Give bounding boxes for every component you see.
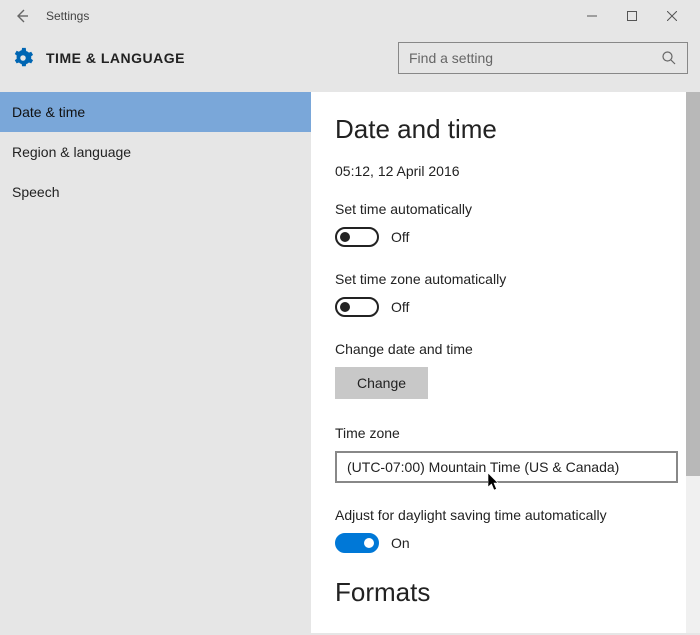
content-wrap: Date and time 05:12, 12 April 2016 Set t… bbox=[311, 92, 700, 633]
header-title: TIME & LANGUAGE bbox=[46, 50, 185, 66]
titlebar-left: Settings bbox=[10, 4, 89, 28]
page-title: Date and time bbox=[335, 114, 686, 145]
dst-row: On bbox=[335, 533, 686, 553]
body-row: Date & time Region & language Speech Dat… bbox=[0, 92, 700, 633]
timezone-dropdown[interactable]: (UTC-07:00) Mountain Time (US & Canada) bbox=[335, 451, 678, 483]
sidebar-item-region-language[interactable]: Region & language bbox=[0, 132, 311, 172]
set-tz-auto-row: Off bbox=[335, 297, 686, 317]
set-time-auto-label: Set time automatically bbox=[335, 201, 686, 217]
sidebar-item-date-time[interactable]: Date & time bbox=[0, 92, 311, 132]
sidebar-item-label: Date & time bbox=[12, 104, 85, 120]
window-title: Settings bbox=[46, 9, 89, 23]
back-button[interactable] bbox=[10, 4, 34, 28]
sidebar-item-label: Speech bbox=[12, 184, 59, 200]
timezone-value: (UTC-07:00) Mountain Time (US & Canada) bbox=[347, 459, 619, 475]
header-left: TIME & LANGUAGE bbox=[12, 47, 185, 69]
set-time-auto-state: Off bbox=[391, 229, 409, 245]
change-button[interactable]: Change bbox=[335, 367, 428, 399]
scrollbar[interactable] bbox=[686, 92, 700, 633]
content: Date and time 05:12, 12 April 2016 Set t… bbox=[311, 92, 700, 633]
change-dt-label: Change date and time bbox=[335, 341, 686, 357]
dst-label: Adjust for daylight saving time automati… bbox=[335, 507, 686, 523]
set-tz-auto-label: Set time zone automatically bbox=[335, 271, 686, 287]
sidebar-item-label: Region & language bbox=[12, 144, 131, 160]
search-placeholder: Find a setting bbox=[409, 50, 493, 66]
set-time-auto-row: Off bbox=[335, 227, 686, 247]
sidebar-item-speech[interactable]: Speech bbox=[0, 172, 311, 212]
toggle-knob bbox=[340, 232, 350, 242]
window-controls bbox=[572, 2, 692, 30]
minimize-icon bbox=[587, 11, 597, 21]
set-tz-auto-state: Off bbox=[391, 299, 409, 315]
formats-title: Formats bbox=[335, 577, 686, 608]
set-tz-auto-toggle[interactable] bbox=[335, 297, 379, 317]
set-time-auto-toggle[interactable] bbox=[335, 227, 379, 247]
search-icon bbox=[661, 50, 677, 66]
minimize-button[interactable] bbox=[572, 2, 612, 30]
search-input[interactable]: Find a setting bbox=[398, 42, 688, 74]
maximize-button[interactable] bbox=[612, 2, 652, 30]
maximize-icon bbox=[627, 11, 637, 21]
tz-label: Time zone bbox=[335, 425, 686, 441]
back-arrow-icon bbox=[14, 8, 30, 24]
sidebar: Date & time Region & language Speech bbox=[0, 92, 311, 633]
close-button[interactable] bbox=[652, 2, 692, 30]
titlebar: Settings bbox=[0, 0, 700, 32]
toggle-knob bbox=[364, 538, 374, 548]
close-icon bbox=[667, 11, 677, 21]
gear-icon bbox=[12, 47, 34, 69]
toggle-knob bbox=[340, 302, 350, 312]
current-datetime: 05:12, 12 April 2016 bbox=[335, 163, 686, 179]
dst-toggle[interactable] bbox=[335, 533, 379, 553]
scrollbar-thumb[interactable] bbox=[686, 92, 700, 476]
header-row: TIME & LANGUAGE Find a setting bbox=[0, 32, 700, 92]
dst-state: On bbox=[391, 535, 410, 551]
